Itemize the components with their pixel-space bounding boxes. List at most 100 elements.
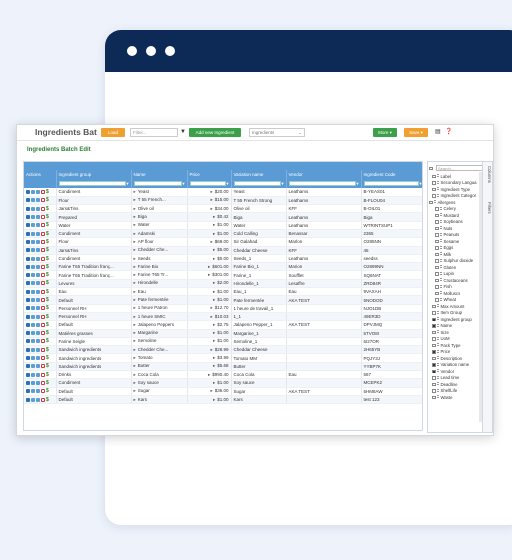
delete-icon[interactable] (41, 273, 45, 278)
copy-icon[interactable] (31, 314, 35, 319)
drag-handle-icon[interactable] (439, 278, 442, 283)
table-row[interactable]: $ Condiment ▸ Yeast ▸ $20.00 Yeast Leathams B-YE… (24, 188, 422, 197)
cell-variation[interactable]: Coca Cola (231, 370, 287, 380)
expand-arrow-icon[interactable]: ▸ (213, 214, 215, 219)
drag-handle-icon[interactable] (436, 349, 439, 354)
expand-arrow-icon[interactable]: ▸ (213, 222, 215, 227)
dollar-icon[interactable]: $ (46, 347, 49, 353)
cell-code[interactable]: B-YEAS01 (361, 188, 422, 197)
expand-arrow-icon[interactable]: ▸ (134, 264, 136, 269)
doc-icon[interactable] (36, 306, 40, 311)
doc-icon[interactable] (36, 322, 40, 327)
doc-icon[interactable] (36, 389, 40, 394)
drag-handle-icon[interactable] (436, 356, 439, 361)
table-row[interactable]: $ Sandwich ingredients ▸ Butter ▸ $5.68 Butter… (24, 362, 422, 372)
column-checkbox[interactable] (435, 239, 439, 243)
expand-arrow-icon[interactable]: ▸ (134, 297, 136, 302)
cell-price[interactable]: ▸ $1.00 (187, 329, 232, 338)
cell-ingredient-group[interactable]: Farine Seigle (56, 337, 132, 347)
column-checkbox[interactable] (435, 207, 439, 211)
table-row[interactable]: $ Personnel RH ▸ 1 heure SMIC ▸ $10.03 1_1 49ER… (24, 312, 422, 322)
cell-vendor[interactable]: AKA TEST (286, 295, 362, 305)
cell-name[interactable]: ▸ Soy sauce (131, 378, 188, 388)
expand-arrow-icon[interactable]: ▸ (134, 189, 136, 194)
cell-vendor[interactable] (286, 329, 362, 338)
cell-vendor[interactable]: Leathams (286, 254, 362, 264)
doc-icon[interactable] (36, 380, 40, 385)
expand-arrow-icon[interactable]: ▸ (213, 256, 215, 261)
dollar-icon[interactable]: $ (46, 222, 49, 228)
cell-code[interactable]: YYBP7K (361, 362, 422, 372)
cell-price[interactable]: ▸ $301.00 (187, 270, 232, 280)
cell-ingredient-group[interactable]: Condiment (56, 188, 132, 197)
cell-price[interactable]: ▸ $1.00 (187, 295, 232, 305)
filter-icon[interactable]: ▼ (182, 181, 186, 186)
copy-icon[interactable] (31, 322, 35, 327)
expand-arrow-icon[interactable]: ▸ (134, 280, 136, 285)
table-row[interactable]: $ Default ▸ Jalapeno Peppers ▸ $2.75 Jalapeno … (24, 320, 422, 330)
edit-icon[interactable] (26, 380, 30, 385)
edit-icon[interactable] (26, 189, 30, 194)
column-filter-input[interactable] (58, 181, 126, 186)
doc-icon[interactable] (36, 397, 40, 402)
column-checkbox[interactable] (432, 382, 436, 386)
cell-code[interactable]: 6I27OR (361, 337, 422, 347)
cell-name[interactable]: ▸ Margarine (131, 329, 188, 338)
cell-code[interactable]: MCEPK2 (361, 378, 422, 388)
dollar-icon[interactable]: $ (46, 397, 49, 403)
copy-icon[interactable] (31, 331, 35, 336)
cell-variation[interactable]: Butter (231, 362, 287, 372)
table-row[interactable]: $ Farine T65 Tradition franç... ▸ Farine Bi… (24, 262, 422, 272)
edit-icon[interactable] (26, 364, 30, 369)
expand-arrow-icon[interactable]: ▸ (210, 347, 212, 352)
cell-ingredient-group[interactable]: Condiment (56, 378, 132, 388)
cell-vendor[interactable]: Marlon (286, 237, 362, 247)
expand-arrow-icon[interactable]: ▸ (134, 388, 136, 393)
filter-icon[interactable]: ▼ (180, 129, 186, 135)
table-row[interactable]: $ Flour ▸ AP flour ▸ $68.00 Sir Galahad Marlon O… (24, 237, 422, 247)
cell-variation[interactable]: Jalapeno Pepper_1 (231, 320, 287, 330)
copy-icon[interactable] (31, 289, 35, 294)
cell-vendor[interactable]: Eau (286, 287, 362, 297)
dollar-icon[interactable]: $ (46, 239, 49, 245)
drag-handle-icon[interactable] (436, 317, 439, 322)
expand-arrow-icon[interactable]: ▸ (210, 388, 212, 393)
column-checkbox[interactable] (432, 337, 436, 341)
copy-icon[interactable] (31, 256, 35, 261)
column-checkbox[interactable] (435, 291, 439, 295)
drag-handle-icon[interactable] (436, 174, 439, 179)
expand-arrow-icon[interactable]: ▸ (210, 314, 212, 319)
cell-price[interactable]: ▸ $1.00 (187, 287, 232, 297)
cell-vendor[interactable] (286, 353, 362, 363)
cell-ingredient-group[interactable]: Jars&Tins (56, 246, 132, 255)
cell-vendor[interactable]: Soufflet (286, 270, 362, 280)
delete-icon[interactable] (41, 339, 45, 344)
expand-arrow-icon[interactable]: ▸ (134, 289, 136, 294)
cell-price[interactable]: ▸ $601.00 (187, 262, 232, 272)
drag-handle-icon[interactable] (436, 304, 439, 309)
column-checkbox[interactable] (432, 395, 436, 399)
doc-icon[interactable] (36, 372, 40, 377)
cell-price[interactable]: ▸ $68.00 (187, 237, 232, 247)
column-checkbox[interactable] (435, 278, 439, 282)
expand-arrow-icon[interactable]: ▸ (134, 322, 136, 327)
cell-price[interactable]: ▸ $3.99 (187, 353, 232, 363)
expand-arrow-icon[interactable]: ▸ (213, 280, 215, 285)
doc-icon[interactable] (36, 281, 40, 286)
column-checkbox[interactable] (432, 187, 436, 191)
filter-input[interactable]: Filter... (130, 128, 178, 137)
expand-arrow-icon[interactable]: ▸ (210, 206, 212, 211)
cell-variation[interactable]: 1 heure de travail_1 (231, 304, 287, 313)
cell-variation[interactable]: Seeds_1 (231, 254, 287, 264)
cell-vendor[interactable] (286, 304, 362, 313)
cell-code[interactable]: Biga (361, 212, 422, 222)
copy-icon[interactable] (31, 215, 35, 220)
drag-handle-icon[interactable] (436, 193, 439, 198)
dollar-icon[interactable]: $ (46, 264, 49, 270)
column-checkbox[interactable] (435, 213, 439, 217)
copy-icon[interactable] (31, 239, 35, 244)
cell-price[interactable]: ▸ $0.42 (187, 212, 232, 222)
add-ingredient-button[interactable]: Add new Ingredient (189, 128, 241, 137)
cell-name[interactable]: ▸ Semoline (131, 337, 188, 347)
edit-icon[interactable] (26, 256, 30, 261)
